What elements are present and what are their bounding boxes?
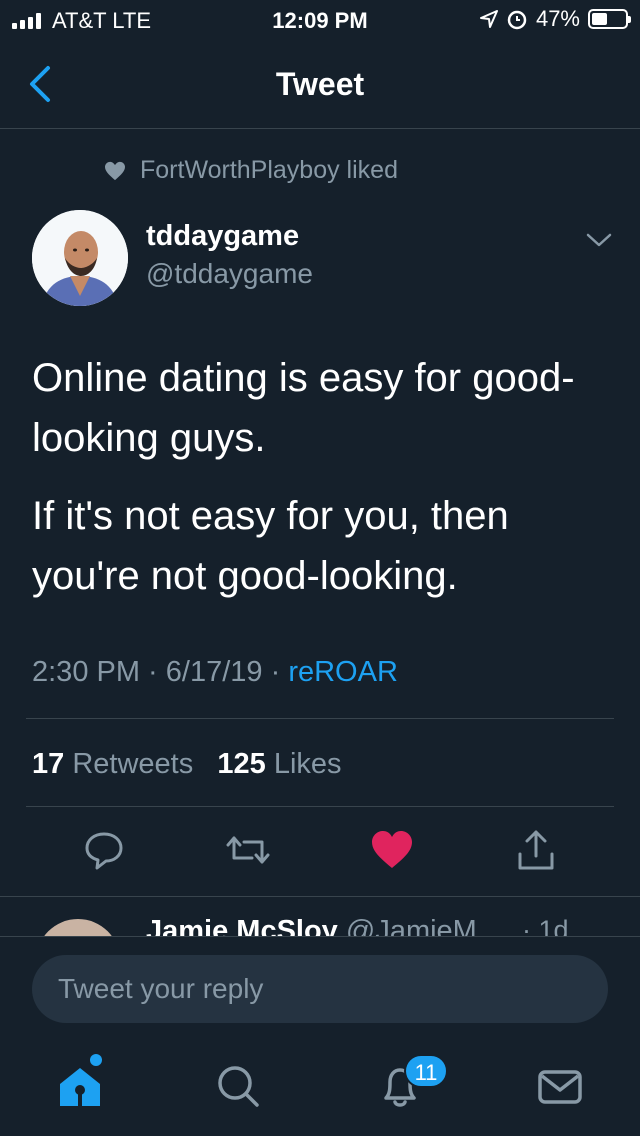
social-context: FortWorthPlayboy liked: [104, 156, 398, 185]
tweet-paragraph: If it's not easy for you, then you're no…: [32, 494, 509, 598]
divider: [26, 718, 614, 719]
social-context-label: FortWorthPlayboy liked: [140, 156, 398, 184]
status-bar: AT&T LTE 12:09 PM 47%: [0, 0, 640, 40]
tab-bar: 11: [0, 1040, 640, 1136]
nav-header: Tweet: [0, 40, 640, 129]
avatar[interactable]: [32, 210, 128, 306]
retweet-icon[interactable]: [226, 828, 270, 872]
like-icon[interactable]: [370, 828, 414, 872]
retweets-stat[interactable]: 17 Retweets: [32, 748, 193, 780]
client-link[interactable]: reROAR: [288, 656, 398, 688]
divider: [26, 806, 614, 807]
tweet-meta: 2:30 PM · 6/17/19 · reROAR: [32, 656, 398, 689]
likes-count: 125: [217, 748, 266, 780]
battery-icon: [588, 9, 631, 29]
location-icon: [479, 10, 498, 28]
reply-icon[interactable]: [82, 828, 126, 872]
home-icon[interactable]: [56, 1062, 104, 1110]
battery-percent: 47%: [535, 6, 580, 31]
reply-author-handle: @JamieM...: [345, 915, 502, 937]
likes-stat[interactable]: 125 Likes: [217, 748, 341, 780]
tweet-paragraph: Online dating is easy for good-looking g…: [32, 356, 575, 460]
author-handle[interactable]: @tddaygame: [146, 258, 313, 290]
tweet-timestamp: 2:30 PM · 6/17/19 ·: [32, 656, 289, 688]
retweets-count: 17: [32, 748, 65, 780]
action-bar: [0, 820, 640, 880]
messages-icon[interactable]: [536, 1062, 584, 1110]
tweet-stats: 17 Retweets 125 Likes: [32, 748, 342, 781]
reply-time: · 1d: [522, 915, 569, 937]
alarm-icon: [507, 10, 527, 30]
notifications-badge: 11: [404, 1054, 448, 1088]
chevron-down-icon[interactable]: [584, 228, 614, 252]
home-unread-dot: [90, 1054, 102, 1066]
avatar-illustration: [32, 210, 128, 306]
reply-avatar[interactable]: [36, 919, 120, 937]
retweets-label: Retweets: [72, 748, 194, 780]
reply-preview[interactable]: Jamie McSloy @JamieM... · 1d: [0, 896, 640, 937]
page-title: Tweet: [275, 66, 365, 102]
reply-input[interactable]: Tweet your reply: [32, 955, 608, 1023]
heart-icon: [105, 161, 125, 180]
reply-composer-bar: Tweet your reply: [0, 936, 640, 1041]
likes-label: Likes: [273, 748, 342, 780]
tweet-text: Online dating is easy for good-looking g…: [32, 348, 612, 624]
reply-author-name: Jamie McSloy: [146, 915, 338, 937]
share-icon[interactable]: [514, 828, 558, 872]
reply-placeholder: Tweet your reply: [58, 973, 264, 1004]
author-name[interactable]: tddaygame: [146, 220, 299, 253]
search-icon[interactable]: [214, 1062, 262, 1110]
